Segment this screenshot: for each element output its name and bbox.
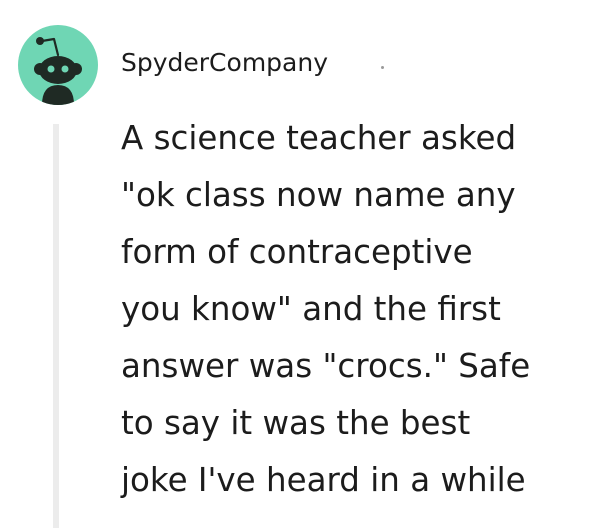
thread-collapse-line[interactable] <box>53 124 59 528</box>
comment-body-line: joke I've heard in a while <box>121 461 526 499</box>
comment-body-line: "ok class now name any <box>121 176 516 214</box>
snoo-avatar-icon <box>34 37 82 105</box>
comment-body-line: A science teacher asked <box>121 119 517 157</box>
comment-body-line: to say it was the best <box>121 404 471 442</box>
comment-author[interactable]: SpyderCompany <box>121 45 328 81</box>
comment: SpyderCompany A science teacher asked "o… <box>0 0 599 528</box>
comment-body-line: answer was "crocs." Safe <box>121 347 531 385</box>
comment-body-line: you know" and the first <box>121 290 501 328</box>
user-avatar[interactable] <box>18 25 98 105</box>
comment-body: A science teacher asked "ok class now na… <box>121 110 591 509</box>
comment-body-line: form of contraceptive <box>121 233 473 271</box>
meta-separator-dot <box>381 66 384 69</box>
